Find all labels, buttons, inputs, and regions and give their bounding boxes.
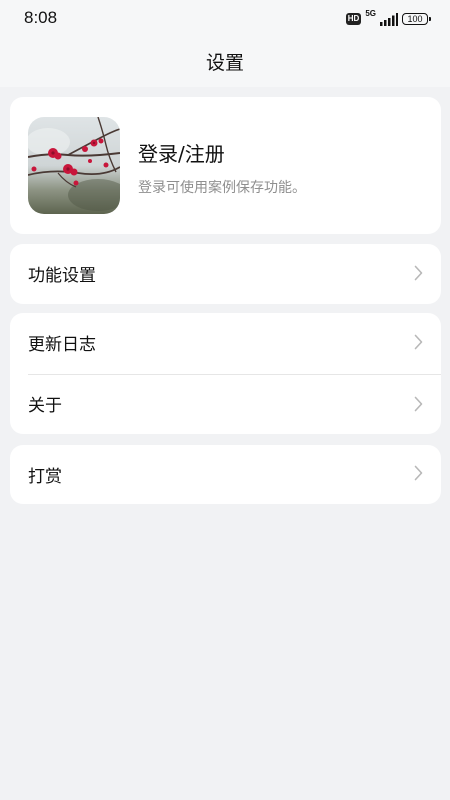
login-hint-text: 登录可使用案例保存功能。 bbox=[138, 180, 306, 196]
menu-item-about[interactable]: 关于 bbox=[10, 373, 441, 434]
menu-item-label: 打赏 bbox=[28, 467, 62, 487]
top-bar: 8:08 HD 5G 100 设置 bbox=[0, 0, 450, 87]
signal-icon bbox=[380, 12, 398, 26]
menu-item-label: 更新日志 bbox=[28, 335, 96, 355]
profile-card[interactable]: 登录/注册 登录可使用案例保存功能。 bbox=[10, 97, 441, 234]
hd-icon: HD bbox=[345, 13, 362, 25]
login-register-title[interactable]: 登录/注册 bbox=[138, 138, 225, 167]
chevron-right-icon bbox=[414, 396, 423, 412]
menu-item-changelog[interactable]: 更新日志 bbox=[10, 313, 441, 373]
menu-item-label: 功能设置 bbox=[28, 266, 96, 286]
settings-group-3: 打赏 bbox=[10, 445, 441, 504]
chevron-right-icon bbox=[414, 265, 423, 281]
chevron-right-icon bbox=[414, 465, 423, 481]
avatar[interactable] bbox=[28, 117, 120, 214]
battery-icon: 100 bbox=[402, 13, 431, 25]
menu-item-feature-settings[interactable]: 功能设置 bbox=[10, 244, 441, 304]
status-time: 8:08 bbox=[24, 8, 58, 27]
menu-item-label: 关于 bbox=[28, 396, 62, 416]
avatar-plum-blossom-image bbox=[28, 117, 120, 214]
settings-group-1: 功能设置 bbox=[10, 244, 441, 304]
status-icons: HD 5G 100 bbox=[345, 9, 431, 28]
settings-group-2: 更新日志 关于 bbox=[10, 313, 441, 434]
chevron-right-icon bbox=[414, 334, 423, 350]
page-title: 设置 bbox=[205, 52, 244, 74]
menu-item-reward[interactable]: 打赏 bbox=[10, 445, 441, 504]
network-type-label: 5G bbox=[365, 9, 376, 18]
